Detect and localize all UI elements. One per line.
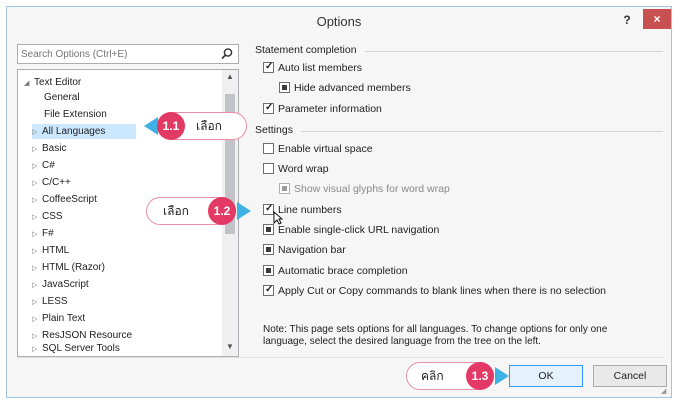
- checkbox-checked-icon[interactable]: [263, 101, 274, 114]
- checkbox-checked-icon[interactable]: [263, 283, 274, 296]
- checkbox-indeterminate-icon[interactable]: [263, 265, 274, 276]
- step-badge-1-3: 1.3: [466, 362, 494, 390]
- collapsed-arrow-icon[interactable]: ▷: [32, 227, 42, 242]
- collapsed-arrow-icon[interactable]: ▷: [32, 210, 42, 225]
- tree-item-fsharp[interactable]: ▷ F#: [32, 226, 54, 241]
- collapsed-arrow-icon[interactable]: ▷: [32, 261, 42, 276]
- tree-item-general[interactable]: General: [44, 90, 80, 105]
- pointer-arrow-icon: [144, 117, 158, 135]
- scroll-down-icon[interactable]: ▼: [222, 340, 238, 354]
- tree-item-coffeescript[interactable]: ▷ CoffeeScript: [32, 192, 97, 207]
- enable-virtual-space-checkbox[interactable]: Enable virtual space: [263, 143, 373, 157]
- tree-item-less[interactable]: ▷ LESS: [32, 294, 68, 309]
- apply-cut-copy-checkbox[interactable]: Apply Cut or Copy commands to blank line…: [263, 283, 606, 299]
- tree-item-file-extension[interactable]: File Extension: [44, 107, 107, 122]
- cancel-button[interactable]: Cancel: [593, 365, 667, 387]
- checkbox-unchecked-icon[interactable]: [263, 163, 274, 174]
- collapsed-arrow-icon[interactable]: ▷: [32, 176, 42, 191]
- callout-text: คลิก: [421, 369, 444, 383]
- tree-item-all-languages[interactable]: ▷ All Languages: [32, 124, 136, 139]
- tree-item-css[interactable]: ▷ CSS: [32, 209, 63, 224]
- navigation-bar-checkbox[interactable]: Navigation bar: [263, 244, 346, 258]
- collapsed-arrow-icon[interactable]: ▷: [32, 125, 42, 140]
- hide-advanced-members-checkbox[interactable]: Hide advanced members: [279, 82, 411, 96]
- collapsed-arrow-icon[interactable]: ▷: [32, 342, 42, 356]
- window-title: Options: [316, 14, 362, 29]
- tree-item-javascript[interactable]: ▷ JavaScript: [32, 277, 89, 292]
- search-box[interactable]: [17, 44, 239, 64]
- checkbox-checked-icon[interactable]: [263, 60, 274, 73]
- mouse-cursor-icon: [273, 211, 283, 225]
- checkbox-indeterminate-icon[interactable]: [263, 224, 274, 235]
- tree-item-plain-text[interactable]: ▷ Plain Text: [32, 311, 85, 326]
- tree-item-html[interactable]: ▷ HTML: [32, 243, 69, 258]
- expanded-arrow-icon[interactable]: ◢: [24, 76, 34, 91]
- tree-item-sql-server-tools[interactable]: ▷ SQL Server Tools: [32, 341, 120, 356]
- pointer-arrow-icon: [237, 202, 251, 220]
- footer-divider: [17, 357, 663, 358]
- help-button[interactable]: ?: [619, 11, 635, 29]
- checkbox-unchecked-icon[interactable]: [263, 143, 274, 154]
- step-badge-1-1: 1.1: [157, 112, 185, 140]
- pointer-arrow-icon: [495, 367, 509, 385]
- title-bar: Options ? ×: [7, 7, 671, 35]
- collapsed-arrow-icon[interactable]: ▷: [32, 295, 42, 310]
- automatic-brace-checkbox[interactable]: Automatic brace completion: [263, 265, 408, 279]
- callout-text: เลือก: [163, 204, 189, 218]
- tree-item-cpp[interactable]: ▷ C/C++: [32, 175, 71, 190]
- search-input[interactable]: [21, 47, 211, 61]
- settings-heading: Settings: [255, 124, 293, 136]
- note-text: Note: This page sets options for all lan…: [263, 324, 608, 347]
- auto-list-members-checkbox[interactable]: Auto list members: [263, 60, 362, 76]
- collapsed-arrow-icon[interactable]: ▷: [32, 142, 42, 157]
- search-icon[interactable]: [220, 47, 234, 61]
- collapsed-arrow-icon[interactable]: ▷: [32, 312, 42, 327]
- step-badge-1-2: 1.2: [208, 197, 236, 225]
- tree-item-text-editor[interactable]: ◢ Text Editor: [24, 75, 81, 90]
- word-wrap-checkbox[interactable]: Word wrap: [263, 163, 329, 177]
- group-divider: [301, 131, 663, 132]
- show-visual-glyphs-checkbox: Show visual glyphs for word wrap: [279, 183, 450, 197]
- resize-grip-icon[interactable]: ◢: [661, 387, 669, 395]
- checkbox-indeterminate-icon[interactable]: [263, 244, 274, 255]
- callout-text: เลือก: [196, 119, 222, 133]
- scroll-up-icon[interactable]: ▲: [222, 70, 238, 84]
- single-click-url-checkbox[interactable]: Enable single-click URL navigation: [263, 224, 439, 238]
- close-button[interactable]: ×: [643, 9, 671, 29]
- ok-button[interactable]: OK: [509, 365, 583, 387]
- checkbox-indeterminate-icon[interactable]: [279, 82, 290, 93]
- collapsed-arrow-icon[interactable]: ▷: [32, 159, 42, 174]
- tree-item-html-razor[interactable]: ▷ HTML (Razor): [32, 260, 105, 275]
- checkbox-disabled-icon: [279, 183, 290, 194]
- tree-item-csharp[interactable]: ▷ C#: [32, 158, 55, 173]
- collapsed-arrow-icon[interactable]: ▷: [32, 193, 42, 208]
- tree-item-basic[interactable]: ▷ Basic: [32, 141, 66, 156]
- statement-completion-heading: Statement completion: [255, 44, 357, 56]
- group-divider: [365, 51, 663, 52]
- collapsed-arrow-icon[interactable]: ▷: [32, 278, 42, 293]
- options-dialog: Options ? × ◢Text Editor General File Ex…: [6, 6, 672, 398]
- parameter-information-checkbox[interactable]: Parameter information: [263, 101, 382, 117]
- collapsed-arrow-icon[interactable]: ▷: [32, 244, 42, 259]
